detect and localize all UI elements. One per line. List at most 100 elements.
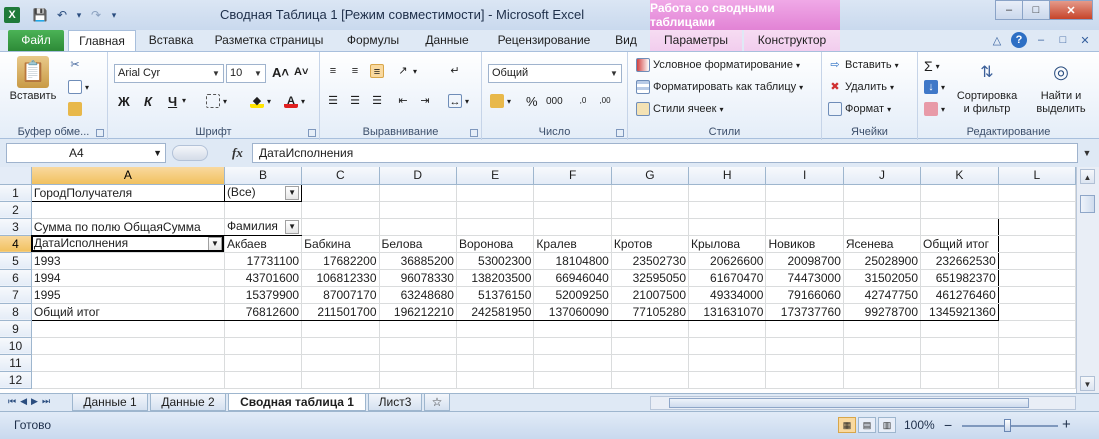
- cell[interactable]: [688, 320, 767, 338]
- value-cell[interactable]: 61670470: [688, 269, 767, 287]
- font-name-combo[interactable]: Arial Cyr ▼: [114, 64, 224, 83]
- report-filter-dropdown-icon[interactable]: ▼: [285, 186, 300, 200]
- cell[interactable]: [533, 184, 612, 202]
- value-cell[interactable]: 32595050: [611, 269, 690, 287]
- column-header-cell[interactable]: Акбаев: [223, 235, 303, 253]
- column-header-cell[interactable]: Белова: [378, 235, 457, 253]
- zoom-in-icon[interactable]: +: [1062, 416, 1071, 433]
- tab-home[interactable]: Главная: [68, 30, 136, 51]
- cell[interactable]: [301, 337, 380, 355]
- value-cell[interactable]: 17682200: [301, 251, 380, 270]
- column-total-cell[interactable]: 131631070: [688, 302, 767, 321]
- value-cell[interactable]: 96078330: [379, 269, 457, 287]
- zoom-level[interactable]: 100%: [904, 418, 935, 432]
- row-total-cell[interactable]: 461276460: [920, 286, 999, 304]
- cell[interactable]: [533, 337, 612, 355]
- cell[interactable]: [920, 201, 999, 219]
- value-cell[interactable]: 31502050: [843, 269, 922, 287]
- value-cell[interactable]: 17731100: [223, 251, 303, 270]
- cell[interactable]: [456, 217, 535, 236]
- column-header-cell[interactable]: Воронова: [455, 235, 535, 253]
- redo-icon[interactable]: ↷: [86, 5, 106, 25]
- cell[interactable]: [301, 320, 380, 338]
- cell[interactable]: [31, 371, 225, 389]
- autosum-button[interactable]: Σ ▾: [924, 58, 940, 74]
- cell[interactable]: [920, 217, 999, 236]
- last-sheet-icon[interactable]: ⏭: [42, 396, 50, 407]
- cell[interactable]: [379, 337, 457, 355]
- column-header-b[interactable]: B: [224, 167, 303, 185]
- row-header[interactable]: 4: [0, 235, 32, 253]
- number-launcher-icon[interactable]: [616, 129, 624, 137]
- column-labels-cell[interactable]: Фамилия ▼: [224, 217, 303, 236]
- value-cell[interactable]: 49334000: [688, 286, 767, 304]
- cell[interactable]: [301, 371, 380, 389]
- insert-cells-button[interactable]: ⇨ Вставить ▾: [828, 58, 898, 72]
- format-cells-button[interactable]: Формат ▾: [828, 102, 891, 116]
- tab-view[interactable]: Вид: [606, 30, 646, 51]
- cell[interactable]: [998, 184, 1076, 202]
- page-break-view-icon[interactable]: ▥: [878, 417, 896, 433]
- cell[interactable]: [843, 217, 922, 236]
- format-as-table-button[interactable]: Форматировать как таблицу ▾: [636, 80, 803, 94]
- align-middle-button[interactable]: ≡: [348, 64, 362, 78]
- column-header-cell[interactable]: Бабкина: [301, 235, 380, 253]
- cell[interactable]: [998, 269, 1076, 287]
- cell[interactable]: [998, 218, 1076, 236]
- horizontal-scrollbar[interactable]: [650, 396, 1076, 410]
- value-cell[interactable]: 53002300: [456, 251, 535, 270]
- select-all-corner[interactable]: [0, 167, 32, 185]
- row-header[interactable]: 2: [0, 201, 32, 219]
- cell[interactable]: [533, 201, 612, 219]
- decrease-indent-button[interactable]: ⇤: [396, 94, 410, 108]
- value-cell[interactable]: 43701600: [223, 269, 303, 287]
- value-cell[interactable]: 74473000: [765, 269, 844, 287]
- italic-button[interactable]: К: [144, 94, 152, 109]
- column-header-c[interactable]: C: [301, 167, 380, 185]
- format-painter-button[interactable]: [68, 102, 82, 116]
- cell[interactable]: [224, 320, 303, 338]
- grand-total-label-cell[interactable]: Общий итог: [30, 302, 225, 321]
- align-top-button[interactable]: ≡: [326, 64, 340, 78]
- column-header-e[interactable]: E: [456, 167, 535, 185]
- row-header[interactable]: 10: [0, 337, 32, 355]
- cell[interactable]: [920, 320, 999, 338]
- cell[interactable]: [379, 320, 457, 338]
- cell[interactable]: [224, 354, 303, 372]
- zoom-out-icon[interactable]: −: [944, 417, 952, 433]
- row-header[interactable]: 12: [0, 371, 32, 389]
- cell[interactable]: [920, 354, 999, 372]
- tab-insert[interactable]: Вставка: [140, 30, 202, 51]
- horizontal-scroll-thumb[interactable]: [669, 398, 1029, 408]
- merge-center-button[interactable]: ↔ ▾: [448, 94, 469, 108]
- row-total-cell[interactable]: 651982370: [920, 269, 999, 287]
- cell[interactable]: [611, 337, 690, 355]
- zoom-slider-thumb[interactable]: [1004, 419, 1011, 432]
- currency-format-button[interactable]: ▾: [490, 94, 511, 108]
- save-icon[interactable]: 💾: [30, 5, 50, 25]
- formula-bar-splitter[interactable]: [172, 145, 208, 161]
- tab-review[interactable]: Рецензирование: [484, 30, 604, 51]
- cell[interactable]: [920, 337, 999, 355]
- row-labels-cell[interactable]: ДатаИсполнения ▼: [30, 235, 225, 253]
- increase-decimal-button[interactable]: ,0: [576, 94, 590, 108]
- column-header-h[interactable]: H: [688, 167, 767, 185]
- column-header-cell[interactable]: Кралев: [533, 235, 612, 253]
- align-bottom-button[interactable]: ≡: [370, 64, 384, 78]
- fill-button[interactable]: ↓ ▾: [924, 80, 945, 94]
- cell[interactable]: [456, 184, 535, 202]
- row-label-cell[interactable]: 1995: [30, 286, 225, 304]
- prev-sheet-icon[interactable]: ◀: [20, 396, 27, 407]
- cell[interactable]: [31, 320, 225, 338]
- value-cell[interactable]: 21007500: [611, 286, 690, 304]
- underline-dropdown-icon[interactable]: ▾: [182, 96, 186, 105]
- workbook-minimize-icon[interactable]: –: [1033, 32, 1049, 48]
- tab-file[interactable]: Файл: [8, 30, 64, 51]
- decrease-decimal-button[interactable]: ,00: [598, 94, 612, 108]
- font-size-combo[interactable]: 10 ▼: [226, 64, 266, 83]
- cell[interactable]: [611, 371, 690, 389]
- column-header-d[interactable]: D: [379, 167, 457, 185]
- column-total-cell[interactable]: 137060090: [533, 302, 612, 321]
- delete-cells-button[interactable]: ✖ Удалить ▾: [828, 80, 894, 94]
- cell[interactable]: [998, 354, 1076, 372]
